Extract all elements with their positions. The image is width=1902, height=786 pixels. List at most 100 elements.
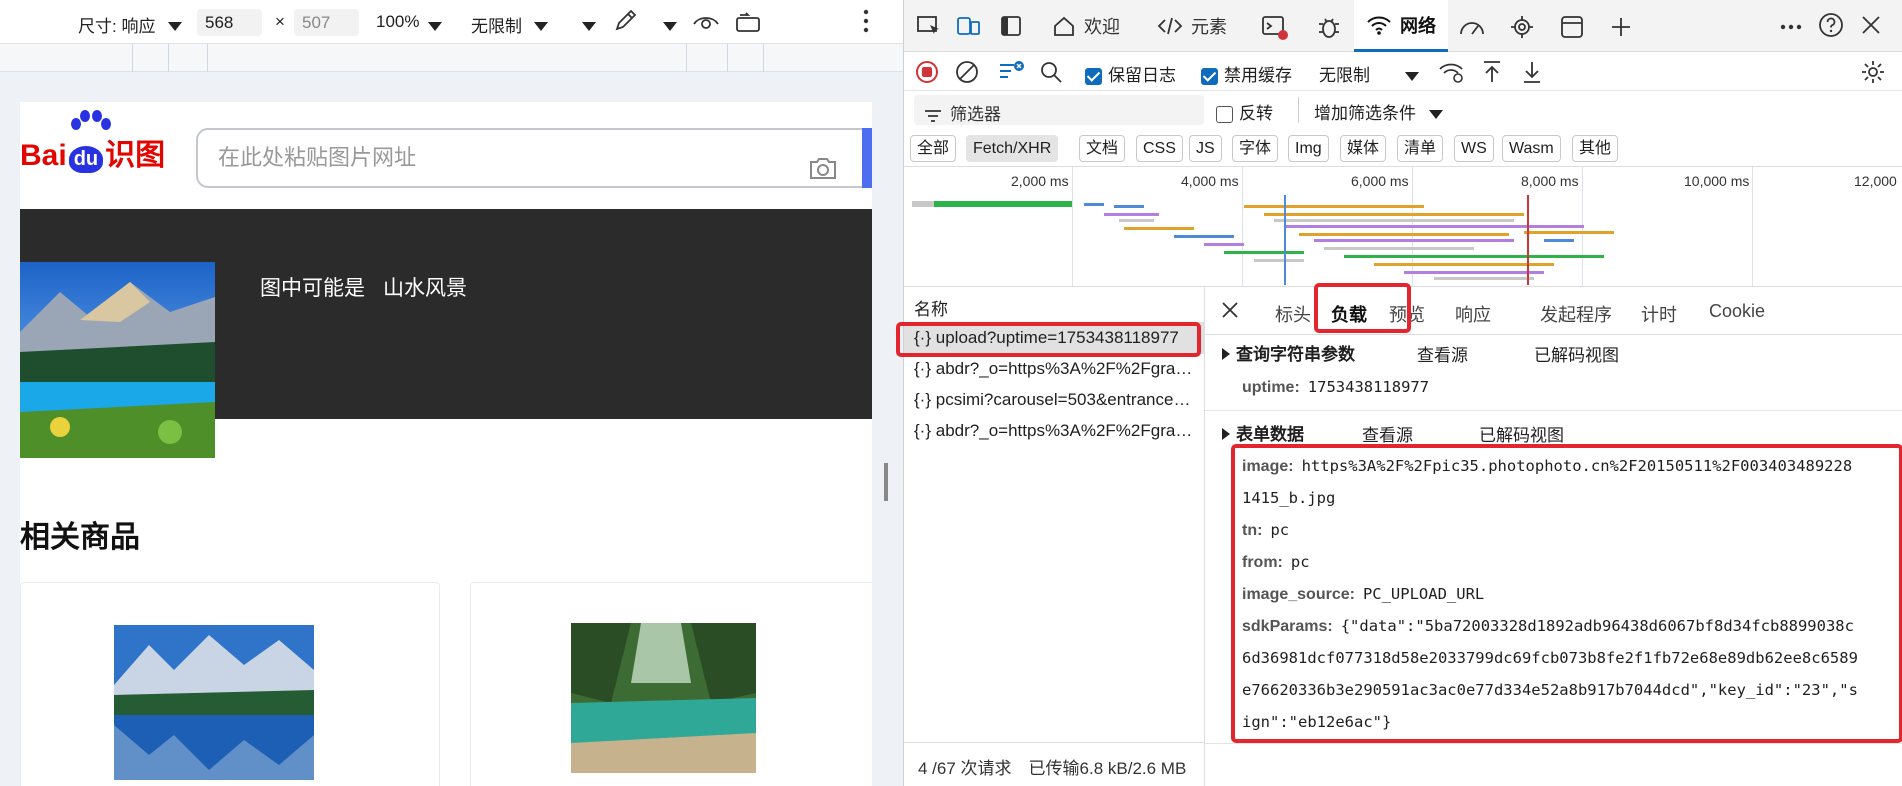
type-filter-ws[interactable]: WS <box>1454 135 1494 162</box>
type-filter-manifest[interactable]: 清单 <box>1397 135 1444 162</box>
type-filter-other[interactable]: 其他 <box>1572 135 1619 162</box>
memory-chip-icon[interactable] <box>1507 12 1537 42</box>
media-query-ruler[interactable] <box>0 44 903 72</box>
import-har-icon[interactable] <box>1477 57 1507 87</box>
baidu-shitu-logo[interactable]: Bai du 识图 <box>20 110 166 174</box>
product-image <box>114 625 314 780</box>
tab-elements[interactable]: 元素 <box>1147 0 1237 52</box>
highlight-form-data <box>1231 444 1902 743</box>
search-icon[interactable] <box>1038 59 1064 85</box>
detail-tab-timing[interactable]: 计时 <box>1641 301 1677 327</box>
export-har-icon[interactable] <box>1517 57 1547 87</box>
zoom-chevron-icon[interactable] <box>428 16 442 36</box>
timeline-tick: 4,000 ms <box>1181 173 1239 189</box>
disable-cache-checkbox[interactable]: 禁用缓存 <box>1201 61 1292 86</box>
eyedropper-icon[interactable] <box>612 8 638 39</box>
clear-log-icon[interactable] <box>954 59 980 85</box>
query-view-source-link[interactable]: 查看源 <box>1417 341 1468 366</box>
panel-divider[interactable] <box>1204 287 1205 786</box>
height-input[interactable]: 507 <box>294 9 359 36</box>
more-filters-dropdown[interactable]: 增加筛选条件 <box>1314 99 1443 124</box>
timeline-tick: 6,000 ms <box>1351 173 1409 189</box>
request-row[interactable]: {·} pcsimi?carousel=503&entrance=GENERAL <box>904 385 1204 416</box>
dock-side-icon[interactable] <box>996 12 1026 40</box>
form-view-decoded-link[interactable]: 已解码视图 <box>1479 421 1564 446</box>
add-tool-icon[interactable] <box>1606 12 1636 42</box>
more-chevron-icon[interactable] <box>582 16 596 36</box>
console-icon[interactable] <box>1260 12 1290 42</box>
request-row[interactable]: {·} abdr?_o=https%3A%2F%2Fgraph.baidu.co… <box>904 416 1204 447</box>
detail-tab-response[interactable]: 响应 <box>1455 301 1491 327</box>
product-card[interactable] <box>20 582 440 786</box>
type-filter-fetch-xhr[interactable]: Fetch/XHR <box>966 135 1059 162</box>
product-card[interactable] <box>470 582 872 786</box>
type-filter-doc[interactable]: 文档 <box>1079 135 1126 162</box>
zoom-select[interactable]: 100% <box>376 12 419 32</box>
more-tools-icon[interactable] <box>1776 12 1806 42</box>
sensor-chevron-icon[interactable] <box>663 16 677 36</box>
close-devtools-icon[interactable] <box>1856 10 1886 40</box>
search-placeholder: 在此处粘贴图片网址 <box>218 145 417 170</box>
width-input[interactable]: 568 <box>197 9 262 36</box>
eye-icon[interactable] <box>692 10 720 39</box>
section-title: 表单数据 <box>1236 425 1304 444</box>
search-submit-edge[interactable] <box>862 128 872 188</box>
logo-shitu: 识图 <box>105 139 166 172</box>
invert-checkbox[interactable]: 反转 <box>1216 99 1273 124</box>
throttle-select[interactable]: 无限制 <box>471 12 522 37</box>
detail-tab-headers[interactable]: 标头 <box>1275 301 1311 327</box>
network-settings-icon[interactable] <box>1858 57 1888 87</box>
network-conditions-icon[interactable] <box>1437 57 1467 87</box>
checkbox-checked-icon[interactable] <box>1085 68 1102 86</box>
close-detail-icon[interactable] <box>1217 297 1243 323</box>
device-toggle-icon[interactable] <box>954 12 984 40</box>
throttling-select[interactable]: 无限制 <box>1319 61 1419 86</box>
request-name: pcsimi?carousel=503&entrance=GENERAL <box>935 390 1204 409</box>
bug-icon[interactable] <box>1314 12 1344 42</box>
inspect-element-icon[interactable] <box>914 12 944 40</box>
type-filter-js[interactable]: JS <box>1189 135 1222 162</box>
network-timeline-overview[interactable]: 2,000 ms 4,000 ms 6,000 ms 8,000 ms 10,0… <box>904 167 1902 287</box>
type-filter-font[interactable]: 字体 <box>1232 135 1279 162</box>
help-icon[interactable] <box>1816 10 1846 40</box>
baidu-paw-icon <box>68 110 114 150</box>
type-filter-all[interactable]: 全部 <box>910 135 957 162</box>
rotate-device-icon[interactable] <box>734 10 762 39</box>
type-filter-wasm[interactable]: Wasm <box>1502 135 1561 162</box>
detail-tab-cookies[interactable]: Cookie <box>1709 301 1765 322</box>
more-options-icon[interactable] <box>862 8 870 39</box>
result-label: 图中可能是 <box>260 277 365 300</box>
type-filter-media[interactable]: 媒体 <box>1340 135 1387 162</box>
xhr-icon: {·} <box>914 390 932 409</box>
camera-icon[interactable] <box>808 146 838 202</box>
record-stop-icon[interactable] <box>914 59 940 85</box>
throttling-value: 无限制 <box>1319 66 1370 85</box>
timeline-tick: 8,000 ms <box>1521 173 1579 189</box>
requests-column-header[interactable]: 名称 <box>904 287 1204 323</box>
image-url-search-input[interactable]: 在此处粘贴图片网址 <box>196 128 872 188</box>
checkbox-unchecked-icon[interactable] <box>1216 106 1233 124</box>
uploaded-image-thumbnail[interactable] <box>20 262 215 458</box>
preserve-log-checkbox[interactable]: 保留日志 <box>1085 61 1176 86</box>
tab-network[interactable]: 网络 <box>1354 0 1448 52</box>
tab-label: 网络 <box>1400 15 1436 36</box>
wifi-icon <box>1367 16 1391 35</box>
tab-welcome[interactable]: 欢迎 <box>1042 0 1130 52</box>
form-view-source-link[interactable]: 查看源 <box>1362 421 1413 446</box>
application-icon[interactable] <box>1557 12 1587 42</box>
result-value[interactable]: 山水风景 <box>383 277 467 300</box>
filter-input[interactable]: 筛选器 <box>914 95 1204 125</box>
query-string-section[interactable]: 查询字符串参数 <box>1222 340 1355 365</box>
pane-resize-handle[interactable] <box>884 463 888 501</box>
form-data-section[interactable]: 表单数据 <box>1222 420 1304 445</box>
filter-settings-icon[interactable] <box>996 57 1026 87</box>
type-filter-css[interactable]: CSS <box>1136 135 1183 162</box>
throttle-chevron-icon[interactable] <box>534 16 548 36</box>
request-row[interactable]: {·} abdr?_o=https%3A%2F%2Fgraph.baidu.co… <box>904 354 1204 385</box>
checkbox-checked-icon[interactable] <box>1201 68 1218 86</box>
type-filter-img[interactable]: Img <box>1288 135 1329 162</box>
device-select-chevron-icon[interactable] <box>168 16 182 36</box>
detail-tab-initiator[interactable]: 发起程序 <box>1540 301 1612 327</box>
performance-icon[interactable] <box>1457 12 1487 42</box>
query-view-decoded-link[interactable]: 已解码视图 <box>1534 341 1619 366</box>
